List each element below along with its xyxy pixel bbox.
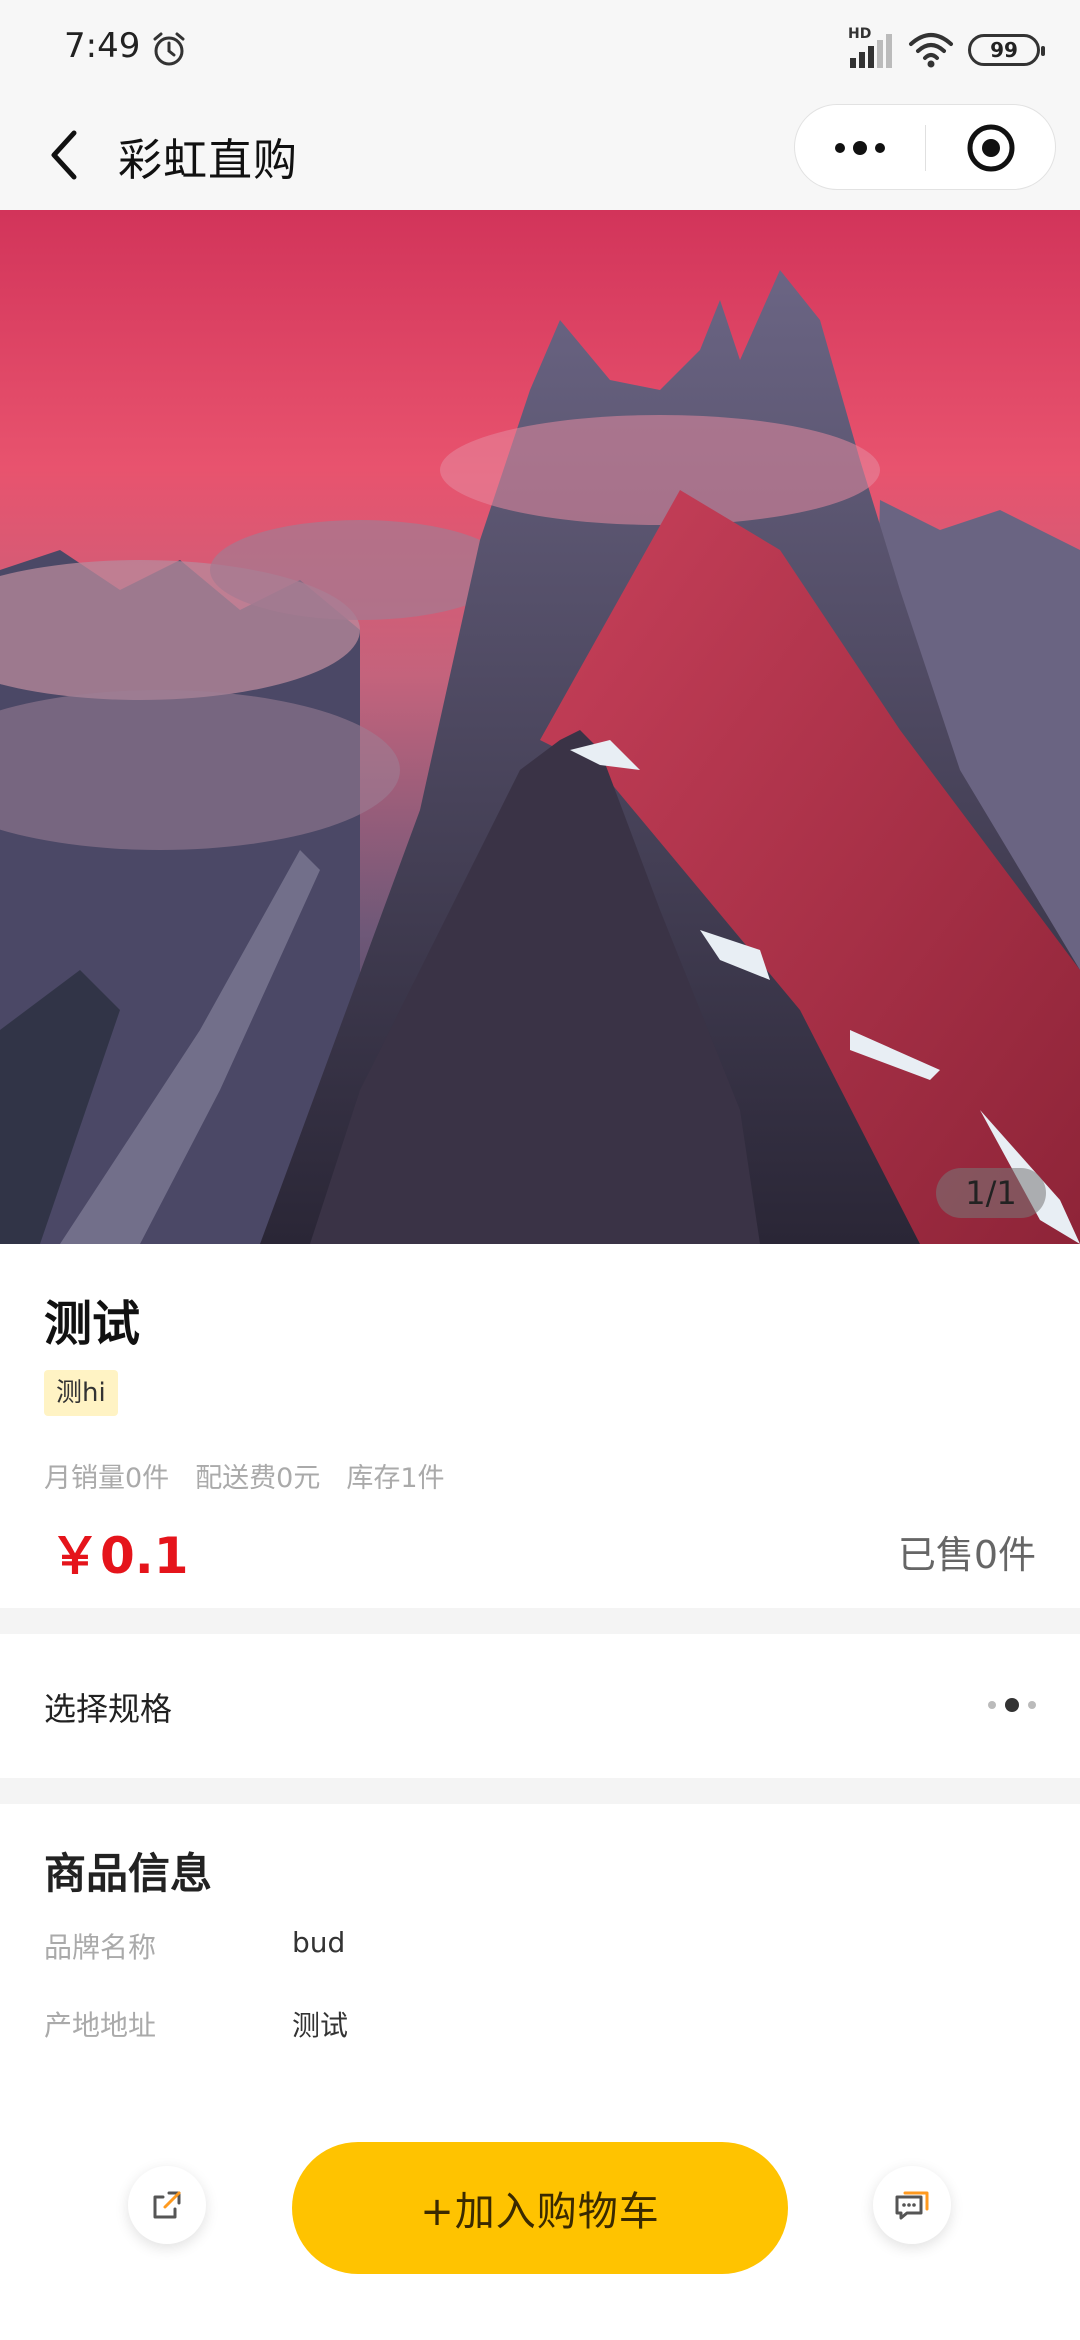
product-title: 测试 [44,1296,141,1352]
status-bar: 7:49 HD 99 [0,0,1080,100]
product-card: 测试 测hi 月销量0件 配送费0元 库存1件 ￥0.1 已售0件 [0,1244,1080,1608]
battery-indicator: 99 [968,34,1045,66]
section-divider [0,1778,1080,1804]
chevron-left-icon [51,130,77,180]
alarm-icon [153,32,185,66]
section-divider [0,1608,1080,1634]
product-stats: 月销量0件 配送费0元 库存1件 [44,1456,445,1495]
back-button[interactable] [34,120,94,190]
miniprogram-capsule [794,104,1056,190]
info-value: bud [292,1926,346,1959]
delivery-fee: 配送费0元 [195,1463,321,1494]
more-dots-icon [835,141,885,155]
info-key: 品牌名称 [44,1931,157,1964]
stock: 库存1件 [346,1463,445,1494]
share-button[interactable] [128,2166,206,2244]
signal-icon: HD [848,26,894,70]
chat-button[interactable] [873,2166,951,2244]
monthly-sales: 月销量0件 [44,1463,170,1494]
loading-dots-icon [986,1694,1038,1716]
select-spec-row[interactable]: 选择规格 [0,1634,1080,1778]
status-icons: HD 99 [848,26,1045,70]
image-page-indicator: 1/1 [936,1168,1046,1218]
more-button[interactable] [795,105,925,191]
info-key: 产地地址 [44,2009,157,2042]
select-spec-label: 选择规格 [44,1690,173,1728]
product-info-title: 商品信息 [44,1849,213,1898]
close-miniprogram-button[interactable] [926,105,1056,191]
nav-bar: 彩虹直购 [0,100,1080,210]
share-icon [153,2191,181,2219]
wifi-icon [909,33,953,68]
add-to-cart-button[interactable]: +加入购物车 [292,2142,788,2274]
product-image [0,210,1080,1244]
product-price: ￥0.1 [50,1527,189,1585]
product-image-carousel[interactable]: 1/1 [0,210,1080,1244]
chat-icon [895,2191,929,2220]
info-row-origin: 产地地址 测试 [44,2004,348,2044]
status-time: 7:49 [64,26,141,66]
target-icon [967,124,1015,172]
sold-count: 已售0件 [897,1533,1036,1577]
product-tag: 测hi [44,1370,118,1416]
info-row-brand: 品牌名称 bud [44,1926,345,1966]
page-title: 彩虹直购 [118,135,298,186]
info-value: 测试 [292,2009,349,2042]
